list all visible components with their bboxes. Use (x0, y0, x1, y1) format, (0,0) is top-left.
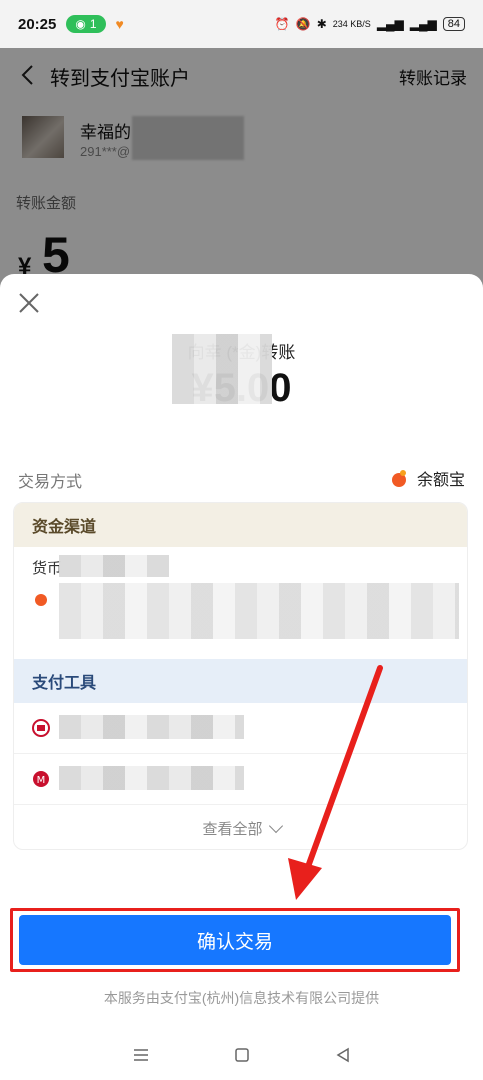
redacted-block (59, 583, 459, 639)
wifi-hotspot-badge: ◉ 1 (66, 15, 106, 33)
redacted-block (59, 715, 244, 739)
svg-text:M: M (37, 775, 46, 786)
bluetooth-icon: ✱ (316, 17, 327, 31)
chevron-down-icon (268, 818, 283, 834)
view-all-label: 查看全部 (202, 821, 263, 838)
signal-icon: ▂▄▆ (376, 17, 404, 31)
payment-method-label: 交易方式 (18, 474, 83, 491)
signal-icon-2: ▂▄▆ (409, 17, 437, 31)
payment-method-value: 余额宝 (416, 472, 465, 489)
battery-icon: 84 (442, 17, 465, 31)
bank-icon: M (33, 771, 49, 787)
highlight-box: 确认交易 (10, 908, 460, 972)
yuebao-icon (391, 470, 406, 487)
payment-tool-option[interactable] (14, 703, 467, 754)
fund-icon (35, 594, 47, 606)
wifi-icon: ◉ (75, 17, 86, 31)
view-all-button[interactable]: 查看全部 (14, 818, 467, 839)
wifi-count: 1 (89, 17, 97, 31)
status-bar: 20:25 ◉ 1 ♥ ⏰ 🔕 ✱ 234 KB/S ▂▄▆ ▂▄▆ 84 (0, 0, 483, 48)
bank-icon (32, 719, 50, 737)
confirm-transaction-button[interactable]: 确认交易 (19, 915, 451, 965)
redacted-block (172, 334, 272, 404)
payment-method-selector[interactable]: 余额宝 (389, 466, 465, 490)
alarm-icon: ⏰ (274, 17, 290, 31)
status-icons: ⏰ 🔕 ✱ 234 KB/S ▂▄▆ ▂▄▆ 84 (275, 17, 465, 31)
fund-channel-option[interactable]: 货币 (14, 547, 467, 659)
close-icon[interactable] (18, 292, 40, 314)
redacted-block (59, 766, 244, 790)
fund-channel-header: 资金渠道 (14, 503, 467, 547)
confirm-sheet: 向幸 (*金)转账 ¥5.00 交易方式 余额宝 资金渠道 货币 支付工具 (0, 274, 483, 1080)
footer-note: 本服务由支付宝(杭州)信息技术有限公司提供 (103, 990, 380, 1006)
network-speed: 234 KB/S (332, 19, 371, 29)
redacted-block (59, 555, 169, 577)
home-icon[interactable] (233, 1046, 251, 1064)
system-nav-bar (0, 1030, 483, 1080)
payment-panel: 资金渠道 货币 支付工具 M 查看全部 (13, 502, 468, 850)
fund-sub-label: 货币 (32, 560, 63, 577)
status-time: 20:25 (18, 15, 57, 33)
payment-tools-header: 支付工具 (14, 659, 467, 703)
menu-icon[interactable] (132, 1046, 150, 1064)
payment-tool-option[interactable]: M (14, 754, 467, 805)
heart-icon: ♥ (115, 16, 124, 32)
mute-icon: 🔕 (295, 17, 311, 31)
back-triangle-icon[interactable] (334, 1046, 352, 1064)
